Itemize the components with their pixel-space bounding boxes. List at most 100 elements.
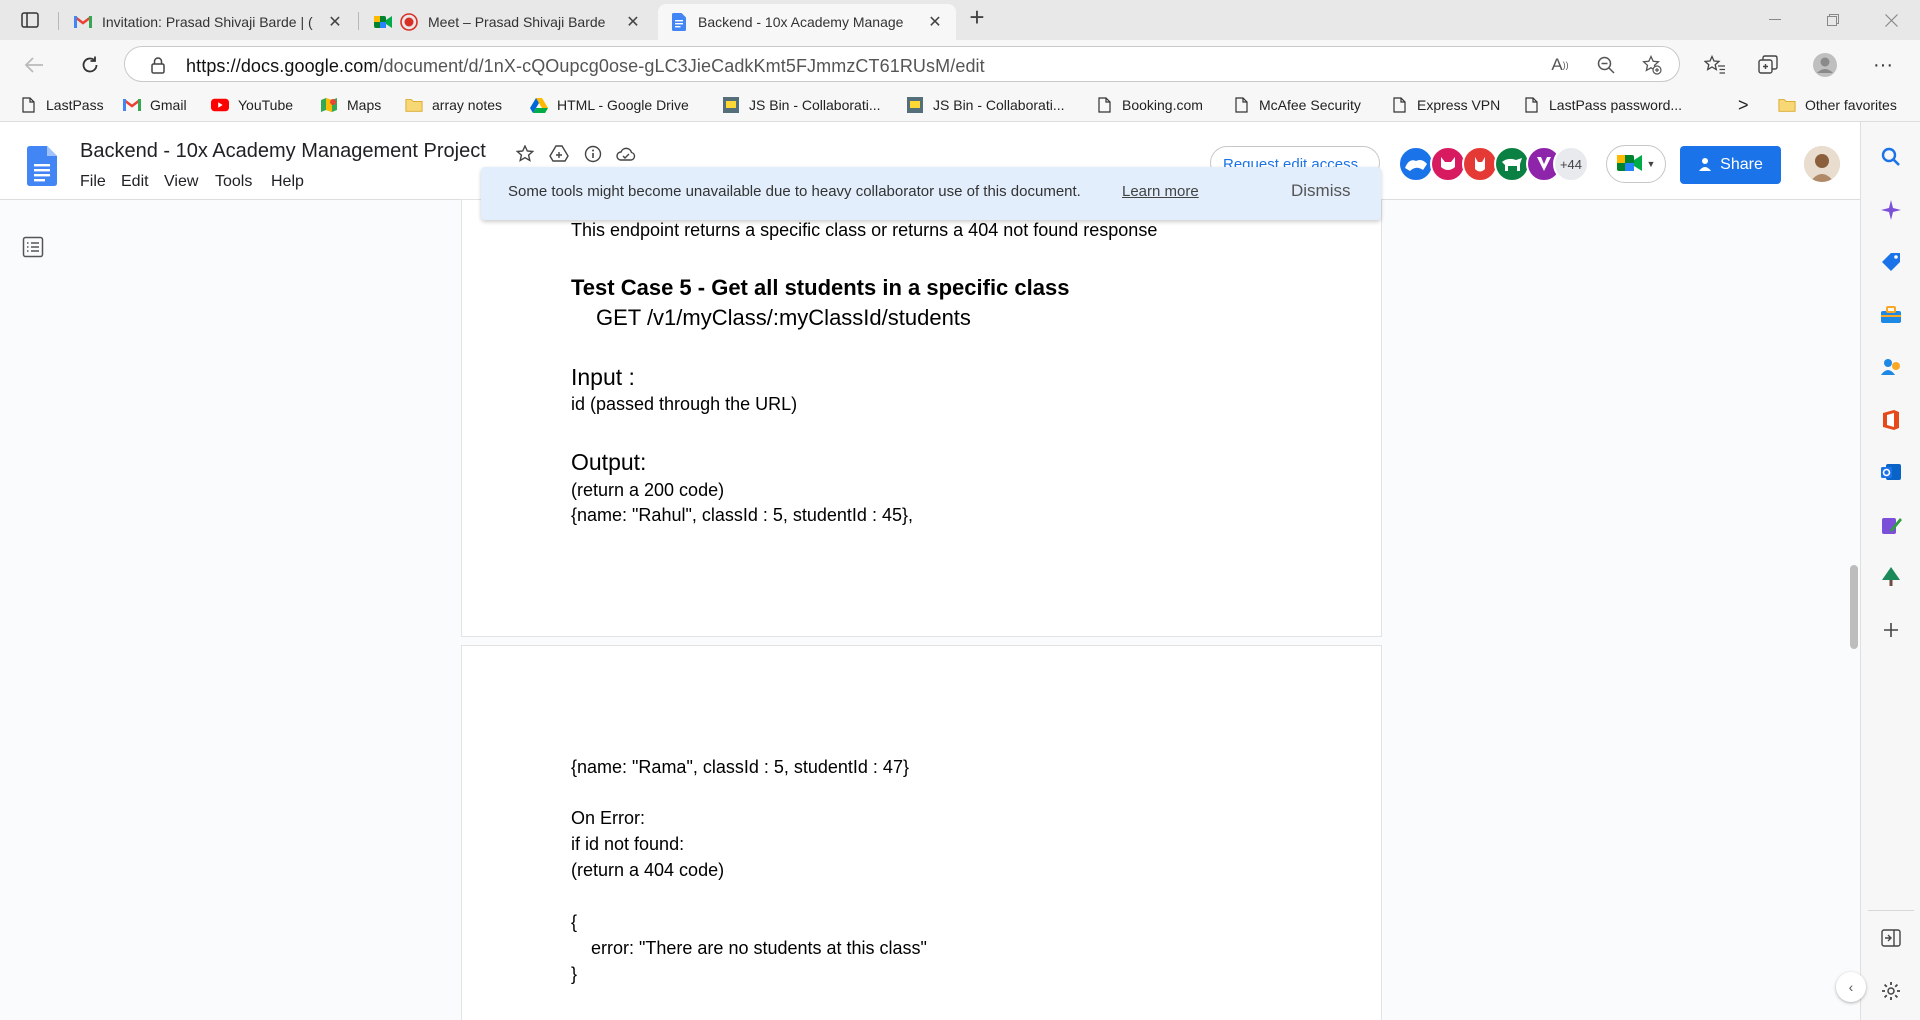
menu-view[interactable]: View xyxy=(164,173,198,191)
share-button[interactable]: Share xyxy=(1680,146,1781,184)
other-favorites-folder[interactable]: Other favorites xyxy=(1778,94,1897,116)
dismiss-button[interactable]: Dismiss xyxy=(1291,181,1351,201)
brace-open[interactable]: { xyxy=(571,912,577,933)
address-bar[interactable]: https://docs.google.com/document/d/1nX-c… xyxy=(124,46,1680,82)
tab-meet[interactable]: Meet – Prasad Shivaji Barde ✕ xyxy=(362,4,654,40)
read-aloud-icon[interactable]: A)) xyxy=(1549,54,1571,76)
favorites-icon[interactable] xyxy=(1702,52,1728,78)
menu-help[interactable]: Help xyxy=(271,173,304,191)
menu-tools[interactable]: Tools xyxy=(215,173,252,191)
test-case-heading[interactable]: Test Case 5 - Get all students in a spec… xyxy=(571,275,1069,301)
browser-tab-strip: Invitation: Prasad Shivaji Barde | ( ✕ M… xyxy=(0,0,1920,40)
refresh-button[interactable] xyxy=(74,49,106,81)
favorite-html-drive[interactable]: HTML - Google Drive xyxy=(530,94,689,116)
error-code-text[interactable]: (return a 404 code) xyxy=(571,860,724,881)
menu-file[interactable]: File xyxy=(80,173,106,191)
close-icon[interactable]: ✕ xyxy=(926,13,944,31)
output-code-text[interactable]: (return a 200 code) xyxy=(571,480,724,501)
star-icon[interactable] xyxy=(515,144,535,164)
favorite-lastpass-password[interactable]: LastPass password... xyxy=(1522,94,1682,116)
collaborator-avatar[interactable] xyxy=(1462,146,1498,182)
favorite-expressvpn[interactable]: Express VPN xyxy=(1390,94,1500,116)
output-heading[interactable]: Output: xyxy=(571,449,646,476)
learn-more-link[interactable]: Learn more xyxy=(1122,183,1199,200)
on-error-heading[interactable]: On Error: xyxy=(571,808,645,829)
error-message-text[interactable]: error: "There are no students at this cl… xyxy=(571,938,927,959)
favorite-jsbin-1[interactable]: JS Bin - Collaborati... xyxy=(722,94,881,116)
info-icon[interactable] xyxy=(583,144,603,164)
move-to-drive-icon[interactable] xyxy=(549,144,569,164)
settings-icon[interactable] xyxy=(1878,978,1904,1004)
favorite-mcafee[interactable]: McAfee Security xyxy=(1232,94,1361,116)
endpoint-text[interactable]: GET /v1/myClass/:myClassId/students xyxy=(596,305,971,331)
join-call-button[interactable]: ▼ xyxy=(1606,145,1666,183)
tab-title: Invitation: Prasad Shivaji Barde | ( xyxy=(102,14,313,30)
more-collaborators-badge[interactable]: +44 xyxy=(1553,146,1589,182)
output-line[interactable]: {name: "Rama", classId : 5, studentId : … xyxy=(571,757,909,778)
collaborator-notice-banner: Some tools might become unavailable due … xyxy=(481,167,1381,220)
collaborator-avatar[interactable] xyxy=(1398,146,1434,182)
plus-icon: + xyxy=(969,1,985,32)
input-heading[interactable]: Input : xyxy=(571,364,635,391)
close-icon[interactable]: ✕ xyxy=(326,13,344,31)
favorite-label: LastPass xyxy=(46,97,104,113)
collections-icon[interactable] xyxy=(1756,52,1782,78)
chevron-left-icon[interactable]: ‹ xyxy=(1836,972,1866,1002)
games-icon[interactable] xyxy=(1878,354,1904,380)
collaborator-avatar[interactable] xyxy=(1430,146,1466,182)
output-line[interactable]: {name: "Rahul", classId : 5, studentId :… xyxy=(571,505,913,526)
close-window-button[interactable] xyxy=(1868,6,1914,34)
favorite-array-notes[interactable]: array notes xyxy=(405,94,502,116)
sidebar-divider xyxy=(1868,910,1914,911)
restore-button[interactable] xyxy=(1810,6,1856,34)
favorite-gmail[interactable]: Gmail xyxy=(123,94,187,116)
paragraph-text[interactable]: This endpoint returns a specific class o… xyxy=(571,220,1157,241)
tab-title: Meet – Prasad Shivaji Barde xyxy=(428,14,606,30)
favorite-label: Express VPN xyxy=(1417,97,1501,113)
close-icon[interactable]: ✕ xyxy=(624,13,642,31)
favorite-maps[interactable]: Maps xyxy=(320,94,381,116)
search-icon[interactable] xyxy=(1878,144,1904,170)
new-tab-button[interactable]: + xyxy=(964,2,990,32)
page-icon xyxy=(1232,96,1250,114)
office-icon[interactable] xyxy=(1878,407,1904,433)
user-avatar[interactable] xyxy=(1804,146,1840,182)
favorite-lastpass[interactable]: LastPass xyxy=(19,94,104,116)
tab-backend-doc[interactable]: Backend - 10x Academy Manage ✕ xyxy=(658,4,956,40)
favorite-booking[interactable]: Booking.com xyxy=(1095,94,1203,116)
tools-icon[interactable] xyxy=(1878,302,1904,328)
gmail-icon xyxy=(123,96,141,114)
lock-icon[interactable] xyxy=(147,54,169,76)
docs-home-icon[interactable] xyxy=(27,146,57,189)
favorite-label: Other favorites xyxy=(1805,97,1897,113)
profile-icon[interactable] xyxy=(1812,52,1838,78)
minimize-button[interactable] xyxy=(1752,6,1798,34)
menu-edit[interactable]: Edit xyxy=(121,173,149,191)
cloud-status-icon[interactable] xyxy=(616,144,636,164)
brace-close[interactable]: } xyxy=(571,964,577,985)
scrollbar-thumb[interactable] xyxy=(1850,565,1858,649)
add-favorite-icon[interactable] xyxy=(1641,54,1663,76)
document-outline-icon[interactable] xyxy=(22,236,44,258)
share-label: Share xyxy=(1720,156,1763,173)
shopping-icon[interactable] xyxy=(1878,249,1904,275)
document-title[interactable]: Backend - 10x Academy Management Project xyxy=(80,140,486,163)
more-menu-icon[interactable]: ··· xyxy=(1870,52,1896,78)
error-condition-text[interactable]: if id not found: xyxy=(571,834,684,855)
input-text[interactable]: id (passed through the URL) xyxy=(571,394,797,415)
back-button[interactable] xyxy=(18,49,50,81)
tab-actions-icon[interactable] xyxy=(17,8,43,32)
outlook-icon[interactable] xyxy=(1878,459,1904,485)
designer-icon[interactable] xyxy=(1878,512,1904,538)
zoom-out-icon[interactable] xyxy=(1595,54,1617,76)
favorite-label: array notes xyxy=(432,97,503,113)
tab-gmail-invitation[interactable]: Invitation: Prasad Shivaji Barde | ( ✕ xyxy=(62,4,356,40)
favorite-youtube[interactable]: YouTube xyxy=(211,94,293,116)
add-sidebar-app-icon[interactable] xyxy=(1878,617,1904,643)
copilot-icon[interactable] xyxy=(1878,197,1904,223)
favorite-jsbin-2[interactable]: JS Bin - Collaborati... xyxy=(906,94,1065,116)
collaborator-avatar[interactable] xyxy=(1494,146,1530,182)
tree-icon[interactable] xyxy=(1878,564,1904,590)
hide-sidebar-icon[interactable] xyxy=(1878,925,1904,951)
more-favorites-button[interactable]: > xyxy=(1738,94,1749,116)
